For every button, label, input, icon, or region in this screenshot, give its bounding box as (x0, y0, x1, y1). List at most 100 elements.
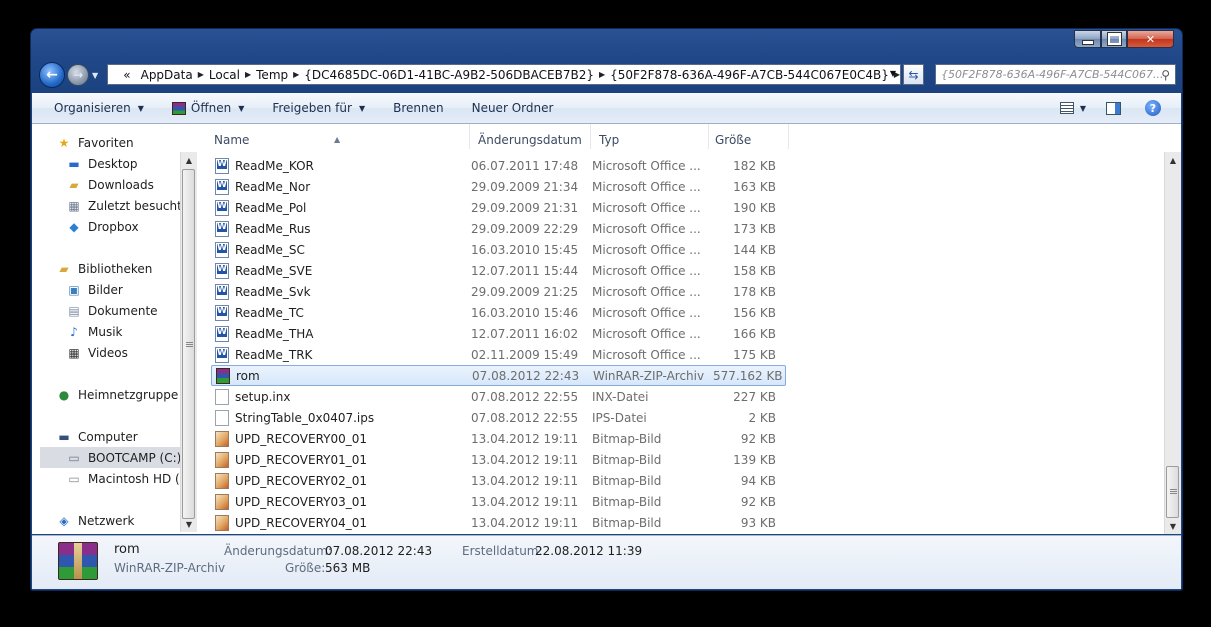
file-list-scrollbar[interactable]: ▲ ▼ (1164, 152, 1181, 534)
breadcrumb-local[interactable]: Local (204, 68, 245, 82)
nav-item-videos[interactable]: ▦ Videos (66, 342, 128, 363)
column-header-date[interactable]: Änderungsdatum (470, 124, 591, 149)
file-name-cell[interactable]: ReadMe_KOR (211, 157, 471, 174)
nav-item-homegroup[interactable]: ● Heimnetzgruppe (56, 384, 178, 405)
table-row[interactable]: UPD_RECOVERY00_01 13.04.2012 19:11 Bitmap-… (211, 428, 786, 449)
recent-pages-dropdown[interactable]: ▼ (92, 71, 98, 80)
back-button[interactable]: ← (39, 62, 65, 88)
search-input[interactable]: {50F2F878-636A-496F-A7CB-544C067... ⚲ (935, 64, 1176, 85)
preview-pane-icon[interactable] (1106, 101, 1121, 115)
table-row[interactable]: ReadMe_Pol 29.09.2009 21:31 Microsoft Offi… (211, 197, 786, 218)
table-row[interactable]: ReadMe_TRK 02.11.2009 15:49 Microsoft Offi… (211, 344, 786, 365)
nav-item-macintosh[interactable]: ▭ Macintosh HD (E (66, 468, 180, 489)
share-button[interactable]: Freigeben für ▼ (258, 101, 379, 115)
nav-item-bootcamp[interactable]: ▭ BOOTCAMP (C:) (40, 447, 180, 468)
breadcrumb-overflow[interactable]: « (118, 68, 135, 82)
file-name-cell[interactable]: UPD_RECOVERY02_01 (211, 472, 471, 489)
desktop-icon: ▬ (68, 156, 80, 171)
nav-item-pictures[interactable]: ▣ Bilder (66, 279, 123, 300)
refresh-button[interactable]: ⇆ (903, 64, 924, 85)
nav-item-computer[interactable]: ▬ Computer (56, 426, 137, 447)
scroll-up-icon[interactable]: ▲ (181, 152, 197, 168)
address-history-dropdown[interactable]: ▼ (890, 69, 896, 78)
file-name-cell[interactable]: ReadMe_SVE (211, 262, 471, 279)
nav-item-documents[interactable]: ▤ Dokumente (66, 300, 157, 321)
column-header-type[interactable]: Typ (591, 124, 709, 149)
arrow-right-icon: → (72, 68, 84, 82)
maximize-button[interactable] (1101, 30, 1127, 48)
file-name-cell[interactable]: UPD_RECOVERY00_01 (211, 430, 471, 447)
column-header-name[interactable]: ▲ Name (198, 124, 470, 149)
scroll-down-icon[interactable]: ▼ (181, 516, 197, 532)
nav-item-music[interactable]: ♪ Musik (66, 321, 122, 342)
breadcrumb-guid-2[interactable]: {50F2F878-636A-496F-A7CB-544C067E0C4B} (605, 68, 894, 82)
breadcrumb-appdata[interactable]: AppData (136, 68, 198, 82)
scroll-down-icon[interactable]: ▼ (1165, 518, 1181, 534)
help-icon[interactable]: ? (1145, 100, 1161, 116)
table-row[interactable]: ReadMe_SC 16.03.2010 15:45 Microsoft Offic… (211, 239, 786, 260)
nav-label: Desktop (88, 156, 138, 171)
file-name-cell[interactable]: ReadMe_TRK (211, 346, 471, 363)
nav-item-favorites[interactable]: ★ Favoriten (56, 132, 134, 153)
file-name-cell[interactable]: ReadMe_Pol (211, 199, 471, 216)
table-row[interactable]: StringTable_0x0407.ips 07.08.2012 22:55 IP… (211, 407, 786, 428)
nav-label: Dropbox (88, 219, 139, 234)
file-name-cell[interactable]: ReadMe_Rus (211, 220, 471, 237)
file-name-cell[interactable]: UPD_RECOVERY04_01 (211, 514, 471, 531)
close-button[interactable]: ✕ (1127, 30, 1174, 48)
table-row[interactable]: setup.inx 07.08.2012 22:55 INX-Datei 227 KB (211, 386, 786, 407)
file-size: 182 KB (733, 158, 776, 173)
nav-item-downloads[interactable]: ▰ Downloads (66, 174, 154, 195)
view-options-icon[interactable] (1059, 102, 1074, 114)
forward-button[interactable]: → (67, 64, 89, 86)
table-row[interactable]: UPD_RECOVERY01_01 13.04.2012 19:11 Bitmap-… (211, 449, 786, 470)
file-name-cell[interactable]: setup.inx (211, 388, 471, 405)
file-name-cell[interactable]: ReadMe_Svk (211, 283, 471, 300)
chevron-down-icon[interactable]: ▼ (1080, 104, 1086, 113)
column-header-size[interactable]: Größe (709, 124, 789, 149)
nav-item-libraries[interactable]: ▰ Bibliotheken (56, 258, 152, 279)
open-button[interactable]: Öffnen ▼ (158, 101, 258, 115)
file-type: Microsoft Office ... (592, 284, 701, 299)
file-name-cell[interactable]: StringTable_0x0407.ips (211, 409, 471, 426)
table-row[interactable]: ReadMe_SVE 12.07.2011 15:44 Microsoft Offi… (211, 260, 786, 281)
minimize-button[interactable] (1074, 30, 1101, 48)
file-name-cell[interactable]: ReadMe_THA (211, 325, 471, 342)
file-name-cell[interactable]: ReadMe_Nor (211, 178, 471, 195)
word-doc-icon (215, 199, 229, 216)
scrollbar-thumb[interactable] (1166, 466, 1179, 518)
breadcrumb-temp[interactable]: Temp (251, 68, 293, 82)
table-row[interactable]: UPD_RECOVERY02_01 13.04.2012 19:11 Bitmap-… (211, 470, 786, 491)
table-row[interactable]: ReadMe_TC 16.03.2010 15:46 Microsoft Offic… (211, 302, 786, 323)
scroll-up-icon[interactable]: ▲ (1165, 152, 1181, 168)
navigation-scrollbar[interactable]: ▲ ▼ (180, 152, 197, 532)
drive-icon: ▭ (68, 471, 80, 486)
navigation-pane: ★ Favoriten ▬ Desktop ▰ Downloads ▦ Zuletzt … (32, 124, 180, 534)
file-name-cell[interactable]: ReadMe_TC (211, 304, 471, 321)
table-row[interactable]: UPD_RECOVERY03_01 13.04.2012 19:11 Bitmap-… (211, 491, 786, 512)
nav-label: Heimnetzgruppe (78, 387, 179, 402)
nav-item-network[interactable]: ◈ Netzwerk (56, 510, 134, 531)
file-name-cell[interactable]: UPD_RECOVERY01_01 (211, 451, 471, 468)
breadcrumb-guid-1[interactable]: {DC4685DC-06D1-41BC-A9B2-506DBACEB7B2} (299, 68, 599, 82)
nav-item-dropbox[interactable]: ◆ Dropbox (66, 216, 139, 237)
file-name-cell[interactable]: ReadMe_SC (211, 241, 471, 258)
file-name-cell[interactable]: rom (212, 367, 472, 384)
table-row[interactable]: UPD_RECOVERY04_01 13.04.2012 19:11 Bitmap-… (211, 512, 786, 533)
table-row[interactable]: ReadMe_Rus 29.09.2009 22:29 Microsoft Offi… (211, 218, 786, 239)
nav-item-desktop[interactable]: ▬ Desktop (66, 153, 138, 174)
table-row[interactable]: ReadMe_KOR 06.07.2011 17:48 Microsoft Offi… (211, 155, 786, 176)
scrollbar-thumb[interactable] (182, 169, 195, 519)
new-folder-button[interactable]: Neuer Ordner (458, 101, 568, 115)
organize-button[interactable]: Organisieren ▼ (32, 101, 158, 115)
address-bar[interactable]: « AppData ▶ Local ▶ Temp ▶ {DC4685DC-06D… (107, 64, 901, 85)
nav-item-recent[interactable]: ▦ Zuletzt besucht (66, 195, 180, 216)
table-row[interactable]: rom 07.08.2012 22:43 WinRAR-ZIP-Archiv 577.… (211, 365, 786, 386)
file-name-cell[interactable]: UPD_RECOVERY03_01 (211, 493, 471, 510)
table-row[interactable]: ReadMe_Nor 29.09.2009 21:34 Microsoft Offi… (211, 176, 786, 197)
burn-button[interactable]: Brennen (379, 101, 457, 115)
table-row[interactable]: ReadMe_Svk 29.09.2009 21:25 Microsoft Offi… (211, 281, 786, 302)
table-row[interactable]: ReadMe_THA 12.07.2011 16:02 Microsoft Offi… (211, 323, 786, 344)
file-type: Microsoft Office ... (592, 179, 701, 194)
file-name: rom (236, 368, 260, 383)
